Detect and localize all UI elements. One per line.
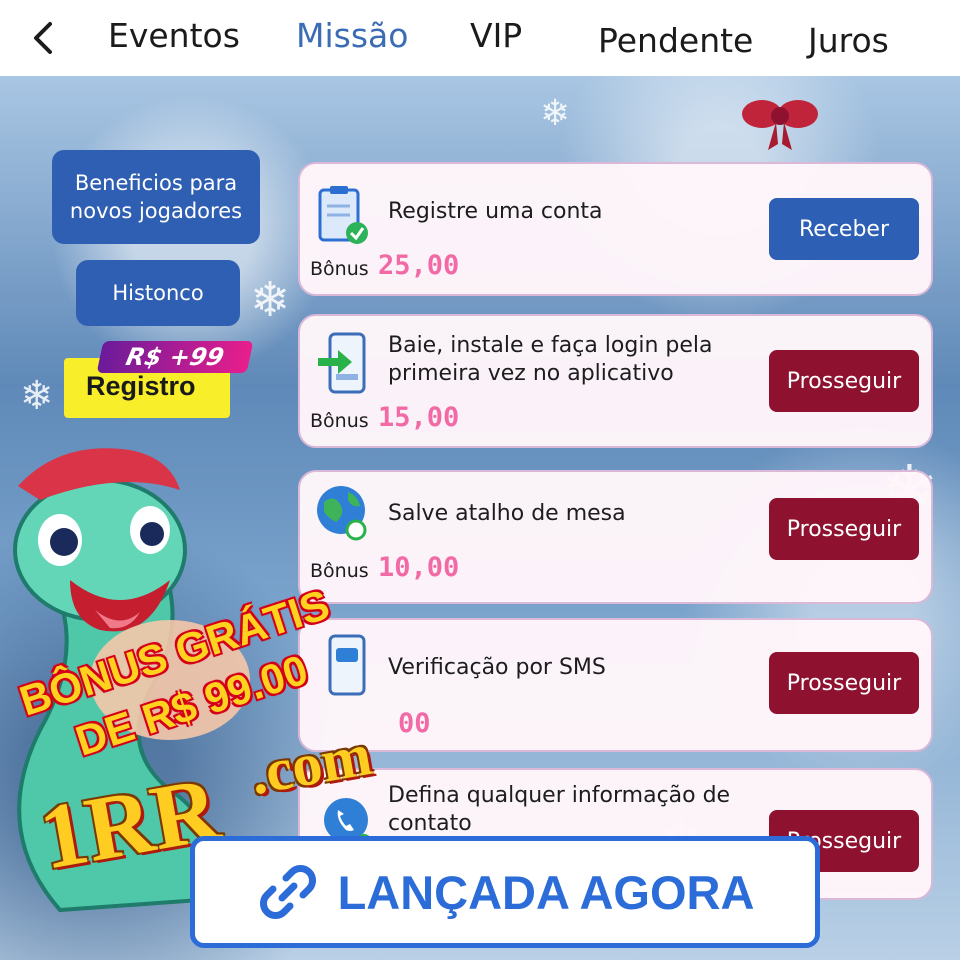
mission-card: Salve atalho de mesa Bônus 10,00 Prosseg… xyxy=(298,470,933,604)
tab-vip[interactable]: VIP xyxy=(470,16,522,55)
proceed-button-label: Prosseguir xyxy=(786,368,902,394)
mission-title: Defina qualquer informação de contato xyxy=(388,783,731,836)
proceed-button[interactable]: Prosseguir xyxy=(769,498,919,560)
tab-eventos[interactable]: Eventos xyxy=(108,16,240,55)
launch-now-button[interactable]: LANÇADA AGORA xyxy=(190,836,820,948)
phone-download-icon xyxy=(318,332,366,394)
bonus-label: Bônus xyxy=(310,410,369,432)
mission-card: Baie, instale e faça login pela primeira… xyxy=(298,314,933,448)
mission-title: Salve atalho de mesa xyxy=(388,501,626,526)
proceed-button[interactable]: Prosseguir xyxy=(769,652,919,714)
proceed-button[interactable]: Prosseguir xyxy=(769,350,919,412)
receive-button-label: Receber xyxy=(798,216,889,242)
history-label: Histonco xyxy=(112,281,204,305)
bonus-value: 15,00 xyxy=(378,402,460,433)
history-button[interactable]: Histonco xyxy=(76,260,240,326)
snowflake-icon: ❄ xyxy=(540,93,571,134)
snowflake-icon: ❄ xyxy=(20,373,54,419)
mission-title: Verificação por SMS xyxy=(388,655,606,680)
receive-button[interactable]: Receber xyxy=(769,198,919,260)
tab-missao[interactable]: Missão xyxy=(296,16,408,55)
bonus-label: Bônus xyxy=(310,258,369,280)
bonus-value: 10,00 xyxy=(378,552,460,583)
new-players-benefits-button[interactable]: Beneficios para novos jogadores xyxy=(52,150,260,244)
chevron-left-icon[interactable] xyxy=(26,18,62,58)
mission-card: Verificação por SMS 00 Prosseguir xyxy=(298,618,933,752)
snowflake-icon: ❄ xyxy=(250,272,291,328)
link-icon xyxy=(259,865,316,919)
mission-title: Baie, instale e faça login pela primeira… xyxy=(388,333,713,386)
bonus-value: 25,00 xyxy=(378,250,460,281)
launch-now-label: LANÇADA AGORA xyxy=(337,865,755,919)
tab-pendente[interactable]: Pendente xyxy=(598,21,753,60)
tab-juros[interactable]: Juros xyxy=(808,21,889,60)
top-nav: Eventos Missão VIP Pendente Juros xyxy=(0,0,960,76)
benefits-label-line2: novos jogadores xyxy=(69,199,243,223)
proceed-button-label: Prosseguir xyxy=(786,516,902,542)
bonus-value: 00 xyxy=(398,708,431,739)
proceed-button-label: Prosseguir xyxy=(786,670,902,696)
register-bonus-tag: R$ +99 xyxy=(96,341,254,373)
bow-icon xyxy=(742,100,818,150)
register-bonus-tag-text: R$ +99 xyxy=(123,343,227,371)
register-label: Registro xyxy=(86,371,196,401)
clipboard-check-icon xyxy=(318,186,368,244)
benefits-label-line1: Beneficios para xyxy=(74,171,238,195)
mission-card: Registre uma conta Bônus 25,00 Receber xyxy=(298,162,933,296)
mission-title: Registre uma conta xyxy=(388,199,603,224)
